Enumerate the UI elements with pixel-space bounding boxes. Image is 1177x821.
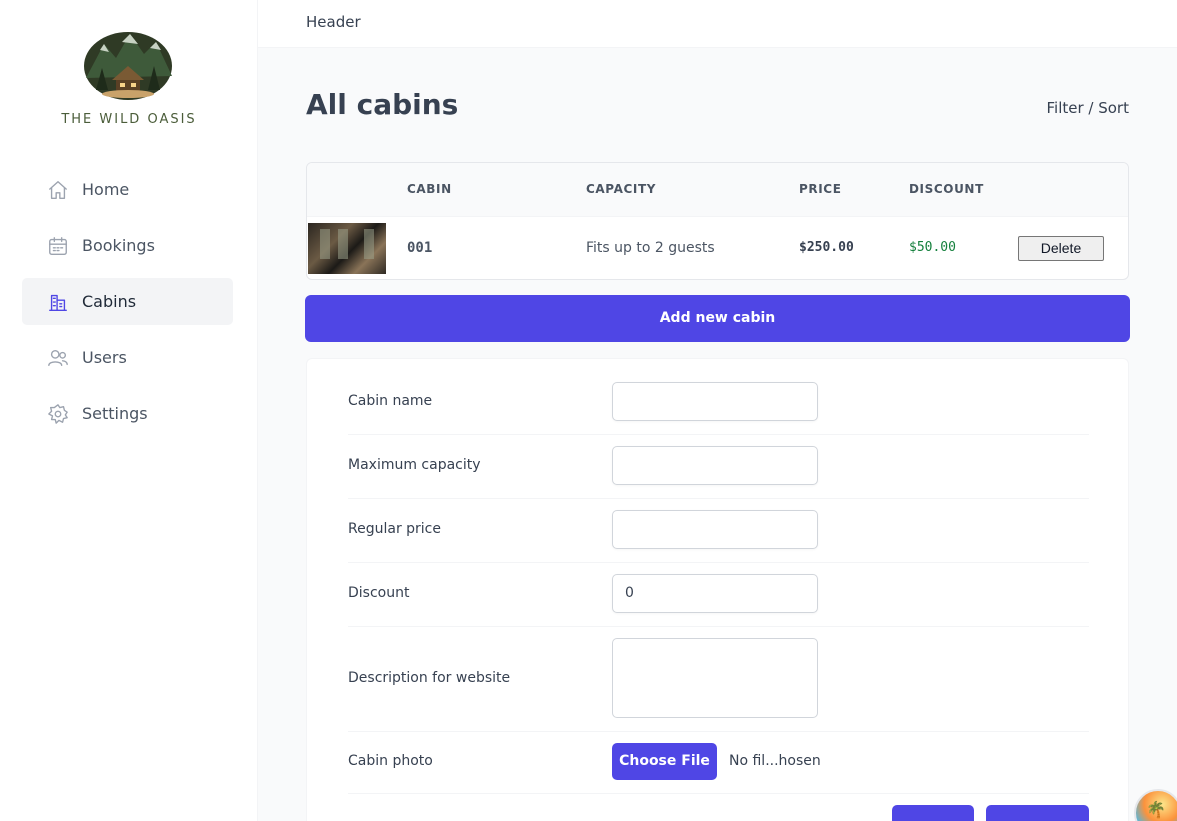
sidebar-item-users[interactable]: Users [22, 334, 233, 381]
add-new-cabin-button[interactable]: Add new cabin [305, 295, 1130, 342]
sidebar-item-label: Bookings [82, 236, 155, 255]
regular-price-input[interactable] [612, 510, 818, 549]
form-row-regular-price: Regular price [348, 499, 1089, 563]
discount-input[interactable]: 0 [612, 574, 818, 613]
form-row-cabin-photo: Cabin photo Choose File No fil...hosen [348, 732, 1089, 794]
column-header-price: PRICE [799, 182, 842, 196]
gear-icon [46, 402, 70, 426]
form-row-max-capacity: Maximum capacity [348, 435, 1089, 499]
cabin-name-input[interactable] [612, 382, 818, 421]
sidebar-nav: Home Bookings Cabins Users Settings [22, 166, 233, 446]
max-capacity-input[interactable] [612, 446, 818, 485]
form-label: Discount [348, 585, 410, 601]
form-label: Maximum capacity [348, 457, 481, 473]
form-label: Cabin photo [348, 753, 433, 769]
sidebar-item-cabins[interactable]: Cabins [22, 278, 233, 325]
cabin-capacity: Fits up to 2 guests [586, 240, 715, 256]
sidebar-item-bookings[interactable]: Bookings [22, 222, 233, 269]
form-row-description: Description for website [348, 627, 1089, 732]
file-status-text: No fil...hosen [729, 753, 821, 769]
table-header: CABIN CAPACITY PRICE DISCOUNT [307, 163, 1128, 217]
cabin-name: 001 [407, 240, 433, 256]
page-title: All cabins [306, 88, 459, 121]
cabins-table: CABIN CAPACITY PRICE DISCOUNT 001 Fits u… [306, 162, 1129, 280]
logo-icon [84, 32, 172, 100]
description-textarea[interactable] [612, 638, 818, 718]
building-icon [46, 290, 70, 314]
home-icon [46, 178, 70, 202]
choose-file-button[interactable]: Choose File [612, 743, 717, 780]
brand-name: THE WILD OASIS [61, 112, 197, 127]
cabin-price: $250.00 [799, 240, 854, 255]
form-row-cabin-name: Cabin name [348, 359, 1089, 435]
create-cabin-form: Cabin name Maximum capacity Regular pric… [306, 358, 1129, 821]
cancel-button[interactable] [892, 805, 974, 821]
calendar-icon [46, 234, 70, 258]
header-title: Header [306, 13, 361, 31]
form-label: Cabin name [348, 393, 433, 409]
column-header-capacity: CAPACITY [586, 182, 657, 196]
users-icon [46, 346, 70, 370]
column-header-cabin: CABIN [407, 182, 452, 196]
form-row-discount: Discount 0 [348, 563, 1089, 627]
column-header-discount: DISCOUNT [909, 182, 984, 196]
sidebar-item-label: Cabins [82, 292, 137, 311]
delete-button[interactable]: Delete [1018, 236, 1104, 261]
cabin-discount: $50.00 [909, 240, 956, 255]
table-row: 001 Fits up to 2 guests $250.00 $50.00 D… [307, 217, 1128, 279]
submit-button[interactable] [986, 805, 1089, 821]
sidebar-item-label: Users [82, 348, 127, 367]
palm-avatar-icon[interactable]: 🌴 [1134, 789, 1177, 821]
sidebar-item-settings[interactable]: Settings [22, 390, 233, 437]
form-label: Regular price [348, 521, 441, 537]
sidebar-item-label: Home [82, 180, 130, 199]
sidebar-item-home[interactable]: Home [22, 166, 233, 213]
cabin-image [308, 223, 386, 274]
top-header: Header [258, 0, 1177, 48]
form-label: Description for website [348, 670, 511, 686]
sidebar: THE WILD OASIS Home Bookings Cabins User… [0, 0, 258, 821]
filter-sort-link[interactable]: Filter / Sort [1010, 99, 1130, 117]
sidebar-item-label: Settings [82, 404, 148, 423]
